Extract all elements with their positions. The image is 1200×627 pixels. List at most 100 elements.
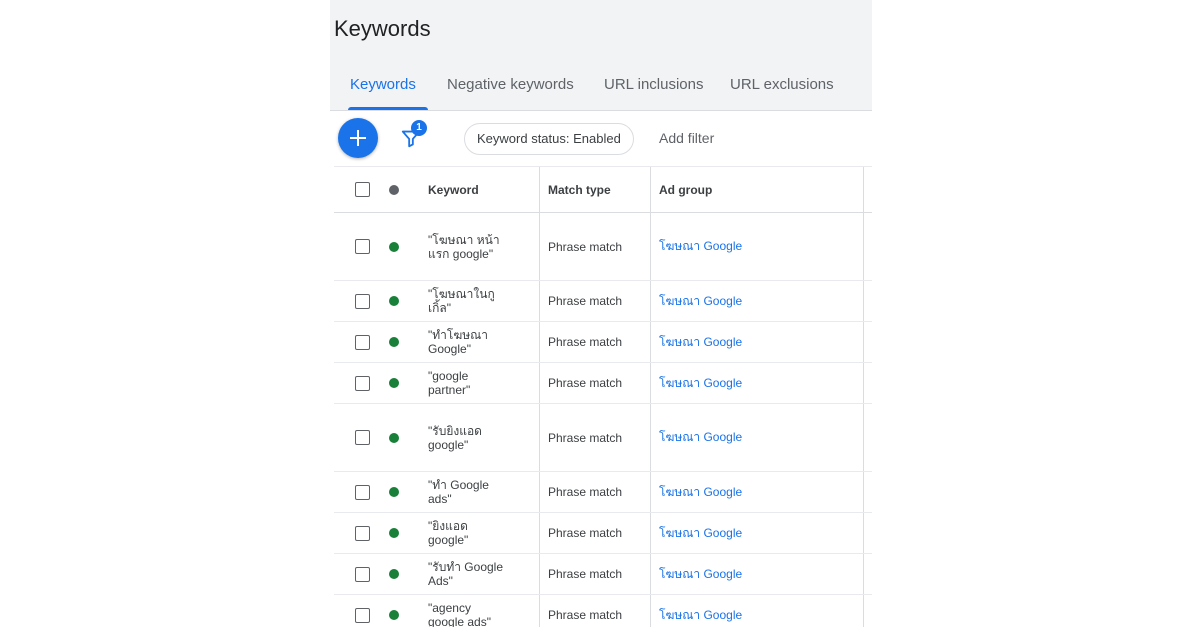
table-row: "รับยิงแอด google" Phrase match โฆษณา Goo…: [334, 404, 872, 472]
row-checkbox[interactable]: [355, 334, 370, 350]
row-checkbox-cell: [355, 472, 371, 512]
row-checkbox[interactable]: [355, 239, 370, 254]
column-divider: [863, 213, 865, 280]
enabled-status-icon[interactable]: [389, 487, 399, 497]
table-row: "โฆษณาในกู เกิ้ล" Phrase match โฆษณา Goog…: [334, 281, 872, 322]
tab-keywords[interactable]: Keywords: [350, 76, 416, 93]
column-divider: [863, 595, 865, 627]
keyword-text-line: google ads": [428, 615, 491, 627]
ad-group-link[interactable]: โฆษณา Google: [650, 472, 867, 512]
row-checkbox[interactable]: [355, 525, 370, 541]
match-type-cell: Phrase match: [539, 554, 654, 594]
row-checkbox[interactable]: [355, 293, 370, 309]
match-type-cell: Phrase match: [539, 404, 654, 471]
keyword-text-line: "ทำ Google: [428, 478, 489, 492]
row-status-cell: [389, 554, 401, 594]
row-checkbox-cell: [355, 554, 371, 594]
keyword-text-line: "รับยิงแอด: [428, 423, 482, 438]
column-divider: [863, 554, 865, 594]
ad-group-link[interactable]: โฆษณา Google: [650, 595, 867, 627]
match-type-cell: Phrase match: [539, 472, 654, 512]
ad-group-link[interactable]: โฆษณา Google: [650, 404, 867, 471]
table-row: "รับทำ Google Ads" Phrase match โฆษณา Goo…: [334, 554, 872, 595]
row-checkbox-cell: [355, 595, 371, 627]
row-status-cell: [389, 213, 401, 280]
column-divider: [863, 404, 865, 471]
tab-negative-keywords[interactable]: Negative keywords: [447, 76, 574, 93]
keyword-text-line: google": [428, 437, 469, 452]
keyword-cell: "โฆษณา หน้า แรก google": [428, 213, 528, 280]
keyword-cell: "ทำ Google ads": [428, 472, 528, 512]
row-status-cell: [389, 404, 401, 471]
table-header-row: Keyword Match type Ad group: [334, 167, 872, 213]
keyword-cell: "โฆษณาในกู เกิ้ล": [428, 281, 528, 321]
enabled-status-icon[interactable]: [389, 337, 399, 347]
enabled-status-icon[interactable]: [389, 296, 399, 306]
keywords-panel: Keywords Keywords Negative keywords URL …: [330, 0, 872, 627]
enabled-status-icon[interactable]: [389, 241, 399, 252]
row-checkbox[interactable]: [355, 375, 370, 391]
enabled-status-icon[interactable]: [389, 610, 399, 620]
select-all-checkbox[interactable]: [355, 182, 370, 197]
enabled-status-icon[interactable]: [389, 378, 399, 388]
keyword-text-line: partner": [428, 383, 471, 397]
column-divider: [863, 363, 865, 403]
add-keyword-button[interactable]: [338, 118, 378, 158]
row-checkbox[interactable]: [355, 607, 370, 623]
keyword-text-line: "ทำโฆษณา: [428, 328, 489, 342]
keyword-text-line: Ads": [428, 574, 453, 588]
row-checkbox[interactable]: [355, 484, 370, 500]
keyword-text-line: google": [428, 533, 469, 547]
keyword-cell: "ยิงแอด google": [428, 513, 528, 553]
column-header-ad-group[interactable]: Ad group: [650, 167, 867, 212]
column-header-match-type[interactable]: Match type: [539, 167, 654, 212]
ad-group-link[interactable]: โฆษณา Google: [650, 513, 867, 553]
enabled-status-icon[interactable]: [389, 432, 399, 443]
column-divider: [863, 513, 865, 553]
active-tab-indicator: [348, 107, 428, 110]
row-checkbox[interactable]: [355, 430, 370, 445]
keywords-table: Keyword Match type Ad group "โฆษณา หน้าแ…: [334, 166, 872, 627]
table-row: "ยิงแอด google" Phrase match โฆษณา Google: [334, 513, 872, 554]
row-checkbox-cell: [355, 322, 371, 362]
keyword-text-line: "โฆษณา หน้า: [428, 232, 500, 247]
keyword-text-line: Google": [428, 342, 471, 356]
status-header-icon: [389, 184, 399, 195]
header-checkbox-cell: [355, 167, 371, 212]
row-status-cell: [389, 363, 401, 403]
match-type-cell: Phrase match: [539, 322, 654, 362]
table-row: "ทำโฆษณา Google" Phrase match โฆษณา Googl…: [334, 322, 872, 363]
keyword-status-filter-chip[interactable]: Keyword status: Enabled: [464, 123, 634, 155]
ad-group-link[interactable]: โฆษณา Google: [650, 213, 867, 280]
toolbar: 1 Keyword status: Enabled Add filter: [330, 111, 872, 167]
keyword-cell: "agency google ads": [428, 595, 528, 627]
column-header-keyword[interactable]: Keyword: [428, 167, 528, 212]
page-title: Keywords: [334, 16, 431, 41]
ad-group-link[interactable]: โฆษณา Google: [650, 322, 867, 362]
keyword-text-line: "รับทำ Google: [428, 560, 503, 574]
row-status-cell: [389, 472, 401, 512]
ad-group-link[interactable]: โฆษณา Google: [650, 554, 867, 594]
row-checkbox[interactable]: [355, 566, 370, 582]
tab-url-exclusions[interactable]: URL exclusions: [730, 76, 834, 93]
row-checkbox-cell: [355, 363, 371, 403]
row-checkbox-cell: [355, 404, 371, 471]
row-status-cell: [389, 281, 401, 321]
row-checkbox-cell: [355, 281, 371, 321]
keyword-text-line: แรก google": [428, 246, 494, 261]
match-type-cell: Phrase match: [539, 213, 654, 280]
header-status-cell: [389, 167, 401, 212]
ad-group-link[interactable]: โฆษณา Google: [650, 363, 867, 403]
keyword-text-line: ads": [428, 492, 452, 506]
tab-url-inclusions[interactable]: URL inclusions: [604, 76, 704, 93]
enabled-status-icon[interactable]: [389, 528, 399, 538]
column-divider: [863, 472, 865, 512]
ad-group-link[interactable]: โฆษณา Google: [650, 281, 867, 321]
match-type-cell: Phrase match: [539, 281, 654, 321]
column-divider: [863, 167, 865, 212]
add-filter-button[interactable]: Add filter: [659, 130, 714, 146]
match-type-cell: Phrase match: [539, 363, 654, 403]
keyword-cell: "google partner": [428, 363, 528, 403]
keyword-cell: "ทำโฆษณา Google": [428, 322, 528, 362]
enabled-status-icon[interactable]: [389, 569, 399, 579]
